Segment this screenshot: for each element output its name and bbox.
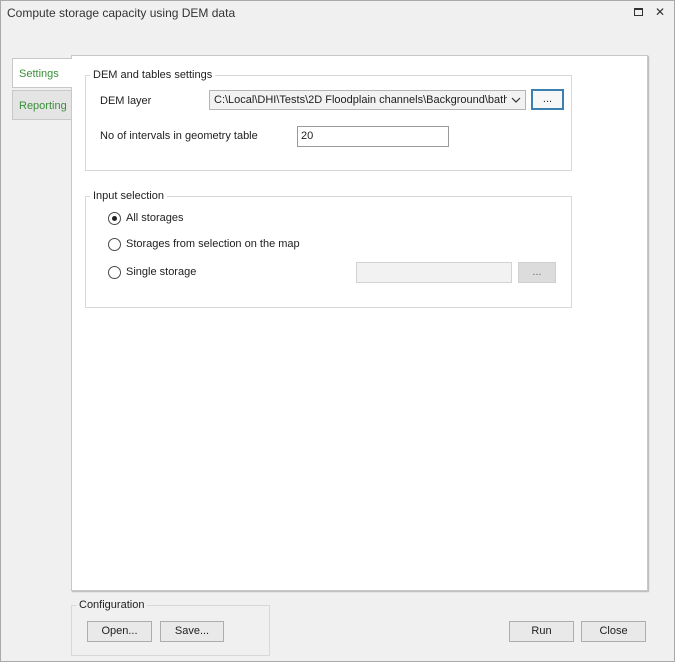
tab-reporting-label: Reporting — [19, 100, 67, 112]
open-config-button[interactable]: Open... — [87, 621, 152, 642]
dialog-window: Compute storage capacity using DEM data … — [0, 0, 675, 662]
chevron-down-icon — [511, 97, 521, 103]
radio-storages-from-selection-label: Storages from selection on the map — [126, 238, 300, 250]
settings-panel: DEM and tables settings DEM layer C:\Loc… — [71, 55, 648, 591]
close-window-button[interactable]: ✕ — [652, 4, 668, 20]
dem-settings-group: DEM and tables settings — [85, 69, 572, 171]
save-config-button[interactable]: Save... — [160, 621, 224, 642]
tab-settings[interactable]: Settings — [12, 58, 72, 88]
restore-icon — [633, 7, 643, 16]
input-selection-legend: Input selection — [93, 190, 164, 202]
tab-reporting[interactable]: Reporting — [12, 90, 72, 120]
radio-circle — [108, 238, 121, 251]
single-storage-browse-button[interactable]: ... — [518, 262, 556, 283]
dem-browse-button[interactable]: ... — [531, 89, 564, 110]
radio-all-storages-label: All storages — [126, 212, 184, 224]
dem-settings-legend: DEM and tables settings — [93, 69, 213, 81]
restore-button[interactable] — [630, 4, 646, 20]
radio-circle — [108, 266, 121, 279]
dem-layer-label: DEM layer — [100, 95, 152, 107]
close-icon: ✕ — [654, 5, 666, 19]
intervals-value: 20 — [301, 130, 314, 142]
intervals-input[interactable]: 20 — [297, 126, 449, 147]
dem-layer-dropdown[interactable]: C:\Local\DHI\Tests\2D Floodplain channel… — [209, 90, 526, 110]
window-title: Compute storage capacity using DEM data — [7, 6, 236, 20]
intervals-label: No of intervals in geometry table — [100, 130, 258, 142]
dem-layer-value: C:\Local\DHI\Tests\2D Floodplain channel… — [214, 94, 507, 106]
configuration-legend: Configuration — [79, 599, 145, 611]
title-bar[interactable]: Compute storage capacity using DEM data … — [1, 1, 674, 23]
radio-circle — [108, 212, 121, 225]
single-storage-input[interactable] — [356, 262, 512, 283]
close-button[interactable]: Close — [581, 621, 646, 642]
tab-settings-label: Settings — [19, 68, 59, 80]
radio-selected-dot — [112, 216, 117, 221]
radio-single-storage-label: Single storage — [126, 266, 197, 278]
run-button[interactable]: Run — [509, 621, 574, 642]
